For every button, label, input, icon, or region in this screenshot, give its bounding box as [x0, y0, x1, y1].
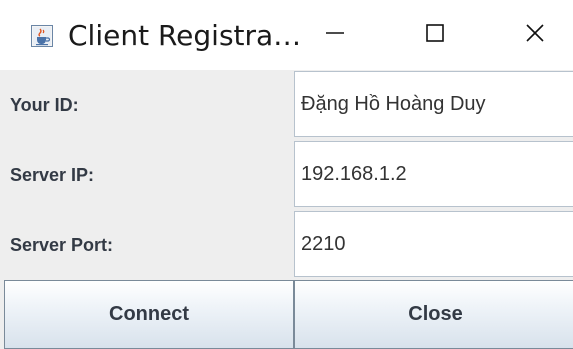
title-bar[interactable]: Client Registra…: [0, 0, 573, 70]
server-ip-field[interactable]: 192.168.1.2: [294, 141, 573, 207]
close-icon: [525, 23, 545, 48]
close-window-button[interactable]: [495, 0, 573, 70]
maximize-button[interactable]: [395, 0, 475, 70]
server-port-value: 2210: [301, 233, 346, 255]
registration-form: Your ID: Đặng Hồ Hoàng Duy Server IP: 19…: [0, 70, 573, 280]
minimize-icon: [325, 23, 345, 48]
window-title: Client Registra…: [68, 19, 302, 52]
server-ip-value: 192.168.1.2: [301, 163, 407, 185]
server-port-field[interactable]: 2210: [294, 211, 573, 277]
java-cup-icon: [31, 25, 53, 47]
maximize-icon: [425, 23, 445, 48]
server-port-label: Server Port:: [10, 235, 114, 255]
your-id-label: Your ID:: [10, 95, 79, 115]
server-ip-row: Server IP: 192.168.1.2: [0, 140, 573, 210]
minimize-button[interactable]: [295, 0, 375, 70]
your-id-field[interactable]: Đặng Hồ Hoàng Duy: [294, 71, 573, 137]
your-id-row: Your ID: Đặng Hồ Hoàng Duy: [0, 70, 573, 140]
server-port-row: Server Port: 2210: [0, 210, 573, 280]
connect-button[interactable]: Connect: [4, 280, 294, 349]
server-ip-label: Server IP:: [10, 165, 95, 185]
client-registration-window: Client Registra… Your ID: Đặng Hồ Hoàng …: [0, 0, 573, 349]
your-id-value: Đặng Hồ Hoàng Duy: [301, 93, 486, 115]
close-button[interactable]: Close: [294, 280, 573, 349]
